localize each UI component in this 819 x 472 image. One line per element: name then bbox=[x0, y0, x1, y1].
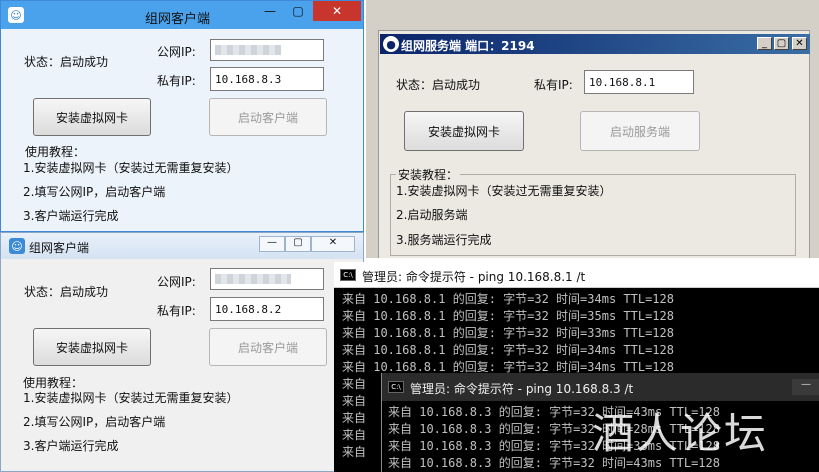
close-button[interactable]: ✕ bbox=[311, 236, 355, 252]
client-bottom-titlebar[interactable]: ☺ 组网客户端 — ▢ ✕ bbox=[1, 233, 363, 259]
private-ip-input[interactable]: 10.168.8.2 bbox=[210, 297, 324, 321]
redacted-ip bbox=[215, 45, 281, 55]
cmd-icon: C:\ bbox=[340, 269, 356, 281]
minimize-button[interactable]: _ bbox=[757, 37, 772, 50]
close-button[interactable]: ✕ bbox=[792, 37, 807, 50]
install-nic-button[interactable]: 安装虚拟网卡 bbox=[404, 111, 524, 151]
tutorial-step-1: 1.安装虚拟网卡（安装过无需重复安装） bbox=[23, 161, 239, 175]
private-ip-input[interactable]: 10.168.8.3 bbox=[210, 67, 324, 91]
close-button[interactable]: ✕ bbox=[313, 1, 361, 21]
public-ip-input[interactable] bbox=[210, 268, 324, 290]
tutorial-step-1: 1.安装虚拟网卡（安装过无需重复安装） bbox=[396, 184, 612, 198]
install-nic-button[interactable]: 安装虚拟网卡 bbox=[33, 98, 151, 136]
client-window-bottom: ☺ 组网客户端 — ▢ ✕ 状态：启动成功 公网IP: 私有IP: 10.168… bbox=[0, 232, 364, 472]
public-ip-label: 公网IP: bbox=[157, 275, 196, 289]
status-text: 状态：启动成功 bbox=[24, 285, 109, 299]
start-client-button[interactable]: 启动客户端 bbox=[209, 328, 327, 366]
console-1-title: 管理员: 命令提示符 - ping 10.168.8.1 /t bbox=[362, 270, 586, 284]
ping-reply-line: 来自 10.168.8.1 的回复: 字节=32 时间=33ms TTL=128 bbox=[342, 326, 674, 340]
install-nic-button[interactable]: 安装虚拟网卡 bbox=[33, 328, 151, 366]
maximize-button[interactable]: ▢ bbox=[774, 37, 789, 50]
watermark: 酒人论坛 bbox=[592, 409, 769, 458]
minimize-button[interactable]: — bbox=[259, 236, 285, 252]
ping-reply-line: 来自 10.168.8.1 的回复: 字节=32 时间=34ms TTL=128 bbox=[342, 343, 674, 357]
client-bottom-title: 组网客户端 bbox=[29, 241, 90, 255]
tutorial-step-2: 2.启动服务端 bbox=[396, 208, 468, 222]
tutorial-step-3: 3.客户端运行完成 bbox=[23, 439, 119, 453]
ping-reply-line: 来自 10.168.8.1 的回复: 字节=32 时间=35ms TTL=128 bbox=[342, 309, 674, 323]
restore-button[interactable]: ▢ bbox=[285, 1, 311, 21]
tutorial-step-3: 3.客户端运行完成 bbox=[23, 209, 119, 223]
client-window-top: ☺ 组网客户端 — ▢ ✕ 状态：启动成功 公网IP: 私有IP: 10.168… bbox=[0, 0, 364, 232]
ping-reply-line: 来自 10.168.8.1 的回复: 字节=32 时间=34ms TTL=128 bbox=[342, 292, 674, 306]
restore-button[interactable]: ▢ bbox=[285, 236, 311, 252]
server-title: 组网服务端 端口：2194 bbox=[401, 39, 535, 53]
tutorial-step-2: 2.填写公网IP，启动客户端 bbox=[23, 185, 166, 199]
private-ip-label: 私有IP: bbox=[157, 74, 196, 88]
tutorial-step-1: 1.安装虚拟网卡（安装过无需重复安装） bbox=[23, 391, 239, 405]
server-titlebar[interactable]: ● 组网服务端 端口：2194 _ ▢ ✕ bbox=[380, 34, 810, 54]
server-window: ● 组网服务端 端口：2194 _ ▢ ✕ 状态：启动成功 私有IP: 10.1… bbox=[366, 0, 819, 258]
private-ip-label: 私有IP: bbox=[534, 78, 573, 92]
client-top-title: 组网客户端 bbox=[145, 12, 211, 27]
status-text: 状态：启动成功 bbox=[24, 55, 109, 69]
start-server-button[interactable]: 启动服务端 bbox=[580, 111, 700, 151]
redacted-ip bbox=[215, 274, 291, 284]
app-user-icon: ☺ bbox=[9, 238, 25, 254]
minimize-button[interactable]: — bbox=[792, 379, 819, 395]
public-ip-label: 公网IP: bbox=[157, 45, 196, 59]
tutorial-step-2: 2.填写公网IP，启动客户端 bbox=[23, 415, 166, 429]
tutorial-step-3: 3.服务端运行完成 bbox=[396, 233, 492, 247]
tutorial-title: 安装教程： bbox=[396, 166, 461, 183]
console-2-titlebar[interactable]: C:\ 管理员: 命令提示符 - ping 10.168.8.3 /t — bbox=[382, 373, 819, 401]
app-user-icon: ☺ bbox=[8, 7, 24, 23]
globe-icon: ● bbox=[383, 36, 399, 52]
minimize-button[interactable]: — bbox=[257, 1, 283, 21]
start-client-button[interactable]: 启动客户端 bbox=[209, 98, 327, 136]
status-text: 状态：启动成功 bbox=[396, 78, 481, 92]
cmd-icon: C:\ bbox=[388, 381, 404, 393]
private-ip-label: 私有IP: bbox=[157, 304, 196, 318]
console-1-titlebar[interactable]: C:\ 管理员: 命令提示符 - ping 10.168.8.1 /t bbox=[334, 262, 819, 288]
public-ip-input[interactable] bbox=[210, 39, 324, 61]
console-2-title: 管理员: 命令提示符 - ping 10.168.8.3 /t bbox=[410, 382, 634, 396]
tutorial-title: 使用教程： bbox=[25, 145, 86, 159]
private-ip-input[interactable]: 10.168.8.1 bbox=[584, 70, 694, 94]
